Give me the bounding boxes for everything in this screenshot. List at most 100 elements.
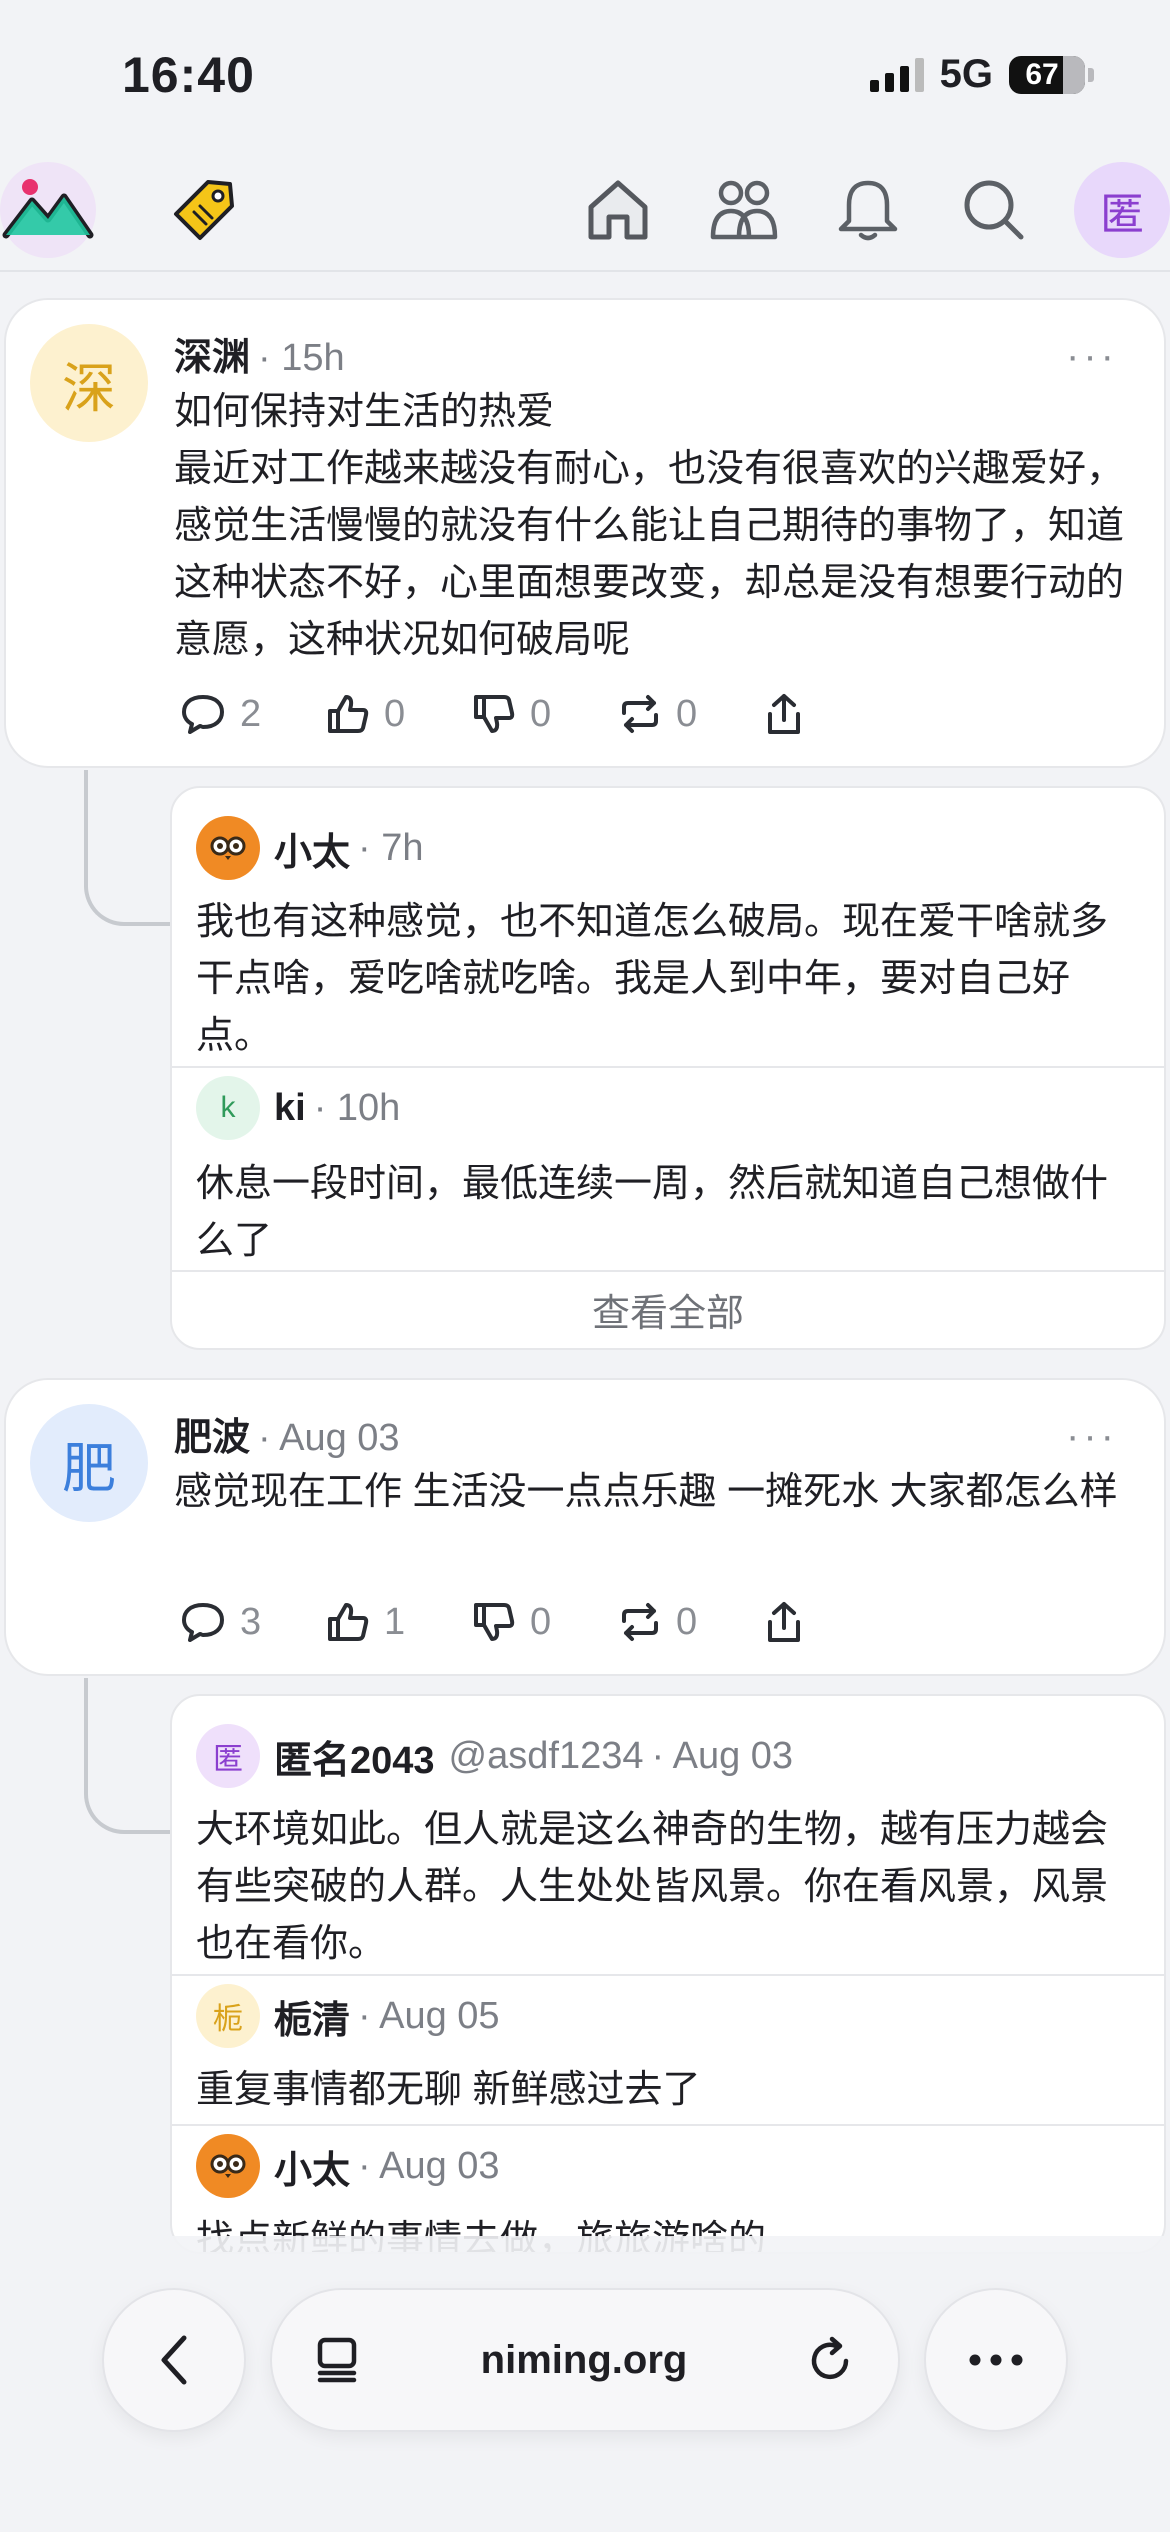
thumbs-up-icon xyxy=(328,695,369,733)
reload-icon[interactable] xyxy=(806,2335,856,2385)
like-button[interactable]: 1 xyxy=(326,1601,472,1644)
comment-count: 3 xyxy=(240,1600,262,1643)
reply-item[interactable]: 栀 栀清 · Aug 05 重复事情都无聊 新鲜感过去了 xyxy=(172,1976,1164,2126)
user-avatar[interactable]: 匿 xyxy=(1074,162,1170,258)
thread-connector xyxy=(84,1678,172,1834)
post-actions: 3 1 0 0 xyxy=(180,1600,824,1644)
tag-icon[interactable] xyxy=(156,162,252,258)
comment-button[interactable]: 3 xyxy=(180,1601,326,1644)
more-options-icon[interactable]: ··· xyxy=(1066,334,1118,379)
post-card[interactable]: 肥 肥波 · Aug 03 ··· 感觉现在工作 生活没一点点乐趣 一摊死水 大… xyxy=(4,1378,1166,1676)
chevron-left-icon xyxy=(161,2335,187,2385)
reply-item[interactable]: 小太 · 7h 我也有这种感觉，也不知道怎么破局。现在爱干啥就多干点啥，爱吃啥就… xyxy=(172,788,1164,1068)
reply-time: · Aug 03 xyxy=(651,1734,794,1777)
reply-item[interactable]: 匿 匿名2043 @asdf1234 · Aug 03 大环境如此。但人就是这么… xyxy=(172,1696,1164,1976)
repost-button[interactable]: 0 xyxy=(618,1601,764,1644)
reply-author[interactable]: 栀清 xyxy=(274,1989,350,2044)
reply-text: 大环境如此。但人就是这么神奇的生物，越有压力越会有些突破的人群。人生处处皆风景。… xyxy=(196,1809,1109,1965)
dislike-button[interactable]: 0 xyxy=(472,693,618,736)
back-button[interactable] xyxy=(102,2288,246,2432)
reply-thread: 匿 匿名2043 @asdf1234 · Aug 03 大环境如此。但人就是这么… xyxy=(170,1694,1166,2254)
repost-button[interactable]: 0 xyxy=(618,693,764,736)
comment-icon xyxy=(182,1603,224,1642)
dislike-count: 0 xyxy=(530,692,552,735)
network-type: 5G xyxy=(939,52,993,96)
reply-avatar[interactable]: 匿 xyxy=(196,1724,260,1788)
search-icon[interactable] xyxy=(946,162,1042,258)
comment-count: 2 xyxy=(240,692,262,735)
reply-time: · Aug 03 xyxy=(358,2144,500,2187)
reply-header: 栀 栀清 · Aug 05 xyxy=(196,1980,1140,2052)
view-all-button[interactable]: 查看全部 xyxy=(172,1272,1164,1346)
repost-count: 0 xyxy=(676,1600,698,1643)
tabs-icon xyxy=(317,2337,357,2383)
reply-author[interactable]: 匿名2043 xyxy=(274,1729,435,1784)
like-count: 1 xyxy=(384,1600,406,1643)
dislike-button[interactable]: 0 xyxy=(472,1601,618,1644)
more-menu-button[interactable] xyxy=(924,2288,1068,2432)
url-text[interactable]: niming.org xyxy=(481,2338,688,2383)
thread-connector xyxy=(84,770,172,926)
like-button[interactable]: 0 xyxy=(326,693,472,736)
reply-header: 匿 匿名2043 @asdf1234 · Aug 03 xyxy=(196,1720,1140,1792)
more-options-icon[interactable]: ··· xyxy=(1066,1414,1118,1459)
repost-count: 0 xyxy=(676,692,698,735)
author-avatar[interactable]: 深 xyxy=(30,324,148,442)
reply-header: 小太 · 7h xyxy=(196,812,1140,884)
comment-button[interactable]: 2 xyxy=(180,693,326,736)
browser-toolbar: niming.org xyxy=(0,2280,1170,2440)
reply-handle[interactable]: @asdf1234 xyxy=(449,1735,644,1778)
app-nav-bar: 匿 xyxy=(0,150,1170,272)
post-text: 如何保持对生活的热爱 最近对工作越来越没有耐心，也没有很喜欢的兴趣爱好，感觉生活… xyxy=(174,391,1125,661)
author-name[interactable]: 深渊 xyxy=(174,326,250,381)
address-bar[interactable]: niming.org xyxy=(270,2288,900,2432)
status-bar: 16:40 5G 67 xyxy=(0,0,1170,150)
repost-icon xyxy=(622,1603,658,1641)
reply-author[interactable]: ki xyxy=(274,1087,306,1130)
reply-item[interactable]: 小太 · Aug 03 找点新鲜的事情去做，旅旅游啥的 xyxy=(172,2126,1164,2252)
reply-time: · 10h xyxy=(313,1086,401,1129)
post-time: · 15h xyxy=(258,337,345,379)
ellipsis-icon xyxy=(969,2354,1023,2366)
battery-level: 67 xyxy=(1025,57,1059,91)
reply-text: 重复事情都无聊 新鲜感过去了 xyxy=(196,2069,701,2111)
reply-avatar[interactable]: 栀 xyxy=(196,1984,260,2048)
reply-author[interactable]: 小太 xyxy=(274,821,350,876)
thumbs-up-icon xyxy=(328,1603,369,1641)
status-time: 16:40 xyxy=(122,47,255,103)
battery-icon: 67 xyxy=(1009,55,1094,94)
post-text: 感觉现在工作 生活没一点点乐趣 一摊死水 大家都怎么样 xyxy=(174,1471,1118,1513)
reply-text: 休息一段时间，最低连续一周，然后就知道自己想做什么了 xyxy=(196,1163,1109,1262)
author-avatar[interactable]: 肥 xyxy=(30,1404,148,1522)
reply-avatar[interactable]: k xyxy=(196,1076,260,1140)
post-actions: 2 0 0 0 xyxy=(180,692,824,736)
repost-icon xyxy=(622,695,658,733)
reply-author[interactable]: 小太 xyxy=(274,2139,350,2194)
like-count: 0 xyxy=(384,692,406,735)
reply-item[interactable]: k ki · 10h 休息一段时间，最低连续一周，然后就知道自己想做什么了 xyxy=(172,1068,1164,1272)
thumbs-down-icon xyxy=(474,1603,515,1641)
home-icon[interactable] xyxy=(570,162,666,258)
groups-icon[interactable] xyxy=(696,162,792,258)
reply-header: 小太 · Aug 03 xyxy=(196,2130,1140,2202)
share-icon xyxy=(768,1602,800,1642)
share-button[interactable] xyxy=(764,1600,824,1644)
author-name[interactable]: 肥波 xyxy=(174,1406,250,1461)
bell-icon[interactable] xyxy=(820,162,916,258)
owl-avatar-icon[interactable] xyxy=(196,816,260,880)
owl-avatar-icon[interactable] xyxy=(196,2134,260,2198)
comment-icon xyxy=(182,695,224,734)
post-card[interactable]: 深 深渊 · 15h ··· 如何保持对生活的热爱 最近对工作越来越没有耐心，也… xyxy=(4,298,1166,768)
status-indicators: 5G 67 xyxy=(869,52,1094,97)
reply-text: 我也有这种感觉，也不知道怎么破局。现在爱干啥就多干点啥，爱吃啥就吃啥。我是人到中… xyxy=(196,901,1109,1057)
dislike-count: 0 xyxy=(530,1600,552,1643)
thumbs-down-icon xyxy=(474,695,515,733)
logo-icon[interactable] xyxy=(0,162,96,258)
post-time: · Aug 03 xyxy=(258,1417,400,1459)
reply-time: · Aug 05 xyxy=(358,1994,500,2037)
cellular-signal-icon xyxy=(869,57,924,92)
reply-header: k ki · 10h xyxy=(196,1072,1140,1144)
post-header: 深渊 · 15h xyxy=(174,326,345,381)
reply-time: · 7h xyxy=(358,826,424,869)
share-button[interactable] xyxy=(764,692,824,736)
